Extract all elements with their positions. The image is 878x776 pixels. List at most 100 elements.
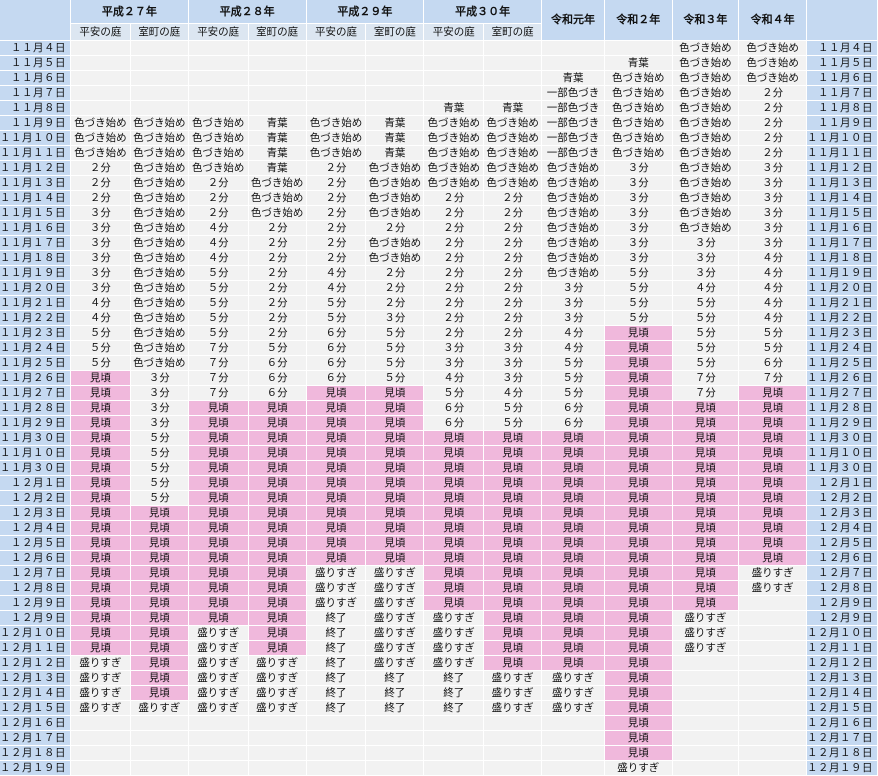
status-cell — [188, 41, 249, 56]
date-cell-right: １２月１１日 — [806, 641, 878, 656]
status-cell: 見頃 — [739, 491, 807, 506]
status-cell: 見頃 — [188, 491, 249, 506]
status-cell: ５分 — [71, 341, 131, 356]
status-cell: ５分 — [366, 326, 425, 341]
status-cell: 見頃 — [71, 551, 131, 566]
status-cell: ２分 — [739, 131, 807, 146]
status-cell: ２分 — [424, 251, 485, 266]
status-cell: 見頃 — [739, 476, 807, 491]
status-cell: ３分 — [604, 176, 673, 191]
status-cell: ５分 — [188, 296, 249, 311]
status-cell: ７分 — [672, 371, 740, 386]
status-cell: 見頃 — [542, 476, 605, 491]
status-cell: ２分 — [306, 191, 367, 206]
status-cell: 色づき始め — [604, 146, 673, 161]
status-cell: ２分 — [366, 266, 425, 281]
status-cell — [306, 41, 367, 56]
status-cell: ５分 — [71, 356, 131, 371]
date-cell-right: １２月９日 — [806, 596, 878, 611]
table-row: １１月２７日 見頃 ３分 ７分 ６分 見頃 見頃 ５分 ４分 ５分 見頃 ７分 見頃 １１月２７日 — [0, 386, 878, 401]
status-cell — [306, 56, 367, 71]
table-row: １１月１８日 ３分 色づき始め ４分 ２分 ２分 色づき始め ２分 ２分 色づき始め ３分 ３分 ４分 １… — [0, 251, 878, 266]
year-header: 令和元年 — [542, 0, 605, 41]
date-cell: １２月８日 — [0, 581, 71, 596]
status-cell: ５分 — [672, 356, 740, 371]
status-cell: ５分 — [366, 356, 425, 371]
date-cell: １１月２２日 — [0, 311, 71, 326]
table-row: １１月２３日 ５分 色づき始め ５分 ２分 ６分 ５分 ２分 ２分 ４分 見頃 ５分 ５分 １１月２３日 — [0, 326, 878, 341]
status-cell — [484, 746, 543, 761]
year-header: 令和２年 — [604, 0, 673, 41]
status-cell: 見頃 — [484, 626, 543, 641]
garden-header: 室町の庭 — [130, 24, 189, 41]
date-cell-right: １２月７日 — [806, 566, 878, 581]
status-cell: ３分 — [71, 266, 131, 281]
status-cell: 見頃 — [604, 611, 673, 626]
status-cell: 見頃 — [604, 461, 673, 476]
status-cell: ３分 — [71, 206, 131, 221]
status-cell: 見頃 — [484, 611, 543, 626]
date-cell-right: １１月２２日 — [806, 311, 878, 326]
status-cell: 色づき始め — [130, 281, 189, 296]
status-cell — [366, 716, 425, 731]
status-cell — [542, 716, 605, 731]
status-cell: 終了 — [306, 671, 367, 686]
status-cell: ４分 — [306, 281, 367, 296]
status-cell: 見頃 — [424, 581, 485, 596]
status-cell: 見頃 — [604, 341, 673, 356]
status-cell: 見頃 — [248, 491, 307, 506]
status-cell: 見頃 — [739, 461, 807, 476]
status-cell: 見頃 — [604, 686, 673, 701]
status-cell: 色づき始め — [130, 191, 189, 206]
garden-header: 平安の庭 — [306, 24, 367, 41]
status-cell: ４分 — [188, 251, 249, 266]
table-row: １１月６日 青葉 色づき始め 色づき始め 色づき始め １１月６日 — [0, 71, 878, 86]
date-cell-right: １１月１１日 — [806, 146, 878, 161]
status-cell: 見頃 — [188, 401, 249, 416]
year-header: 平成２９年 — [306, 0, 425, 24]
status-cell: 色づき始め — [130, 131, 189, 146]
status-cell: 見頃 — [71, 491, 131, 506]
status-cell: 見頃 — [130, 626, 189, 641]
status-cell: ５分 — [130, 491, 189, 506]
date-cell: １１月１０日 — [0, 446, 71, 461]
date-cell: １１月８日 — [0, 101, 71, 116]
status-cell: 見頃 — [306, 506, 367, 521]
status-cell: ２分 — [188, 191, 249, 206]
status-cell: ３分 — [739, 176, 807, 191]
table-row: １１月１０日 見頃 ５分 見頃 見頃 見頃 見頃 見頃 見頃 見頃 見頃 見頃 見頃 １１月１０日 — [0, 446, 878, 461]
status-cell: 色づき始め — [672, 146, 740, 161]
status-cell — [130, 731, 189, 746]
status-cell: 見頃 — [424, 491, 485, 506]
status-cell: 色づき始め — [542, 251, 605, 266]
status-cell: 見頃 — [424, 431, 485, 446]
status-cell: 色づき始め — [130, 326, 189, 341]
date-cell-right: １２月１４日 — [806, 686, 878, 701]
status-cell: ３分 — [604, 251, 673, 266]
status-cell: ２分 — [484, 236, 543, 251]
status-cell: ３分 — [71, 251, 131, 266]
status-cell: 見頃 — [604, 701, 673, 716]
status-cell — [484, 41, 543, 56]
status-cell — [71, 86, 131, 101]
status-cell: ４分 — [739, 311, 807, 326]
status-cell: 見頃 — [542, 626, 605, 641]
status-cell: ５分 — [484, 401, 543, 416]
table-row: １１月１０日 色づき始め 色づき始め 色づき始め 青葉 色づき始め 青葉 色づき始め 色づき始め… — [0, 131, 878, 146]
status-cell: ２分 — [484, 191, 543, 206]
status-cell — [542, 761, 605, 776]
status-cell: 色づき始め — [71, 116, 131, 131]
status-cell: 見頃 — [188, 551, 249, 566]
date-cell: １１月１１日 — [0, 146, 71, 161]
status-cell: 見頃 — [188, 536, 249, 551]
status-cell: ２分 — [248, 236, 307, 251]
status-cell: ６分 — [248, 386, 307, 401]
table-row: １１月９日 色づき始め 色づき始め 色づき始め 青葉 色づき始め 青葉 色づき始め 色づき始め一… — [0, 116, 878, 131]
status-cell: 色づき始め — [739, 56, 807, 71]
status-cell: 見頃 — [484, 656, 543, 671]
status-cell: 終了 — [424, 701, 485, 716]
garden-header: 平安の庭 — [188, 24, 249, 41]
status-cell: ２分 — [424, 221, 485, 236]
status-cell: ５分 — [604, 296, 673, 311]
status-cell: 終了 — [306, 686, 367, 701]
